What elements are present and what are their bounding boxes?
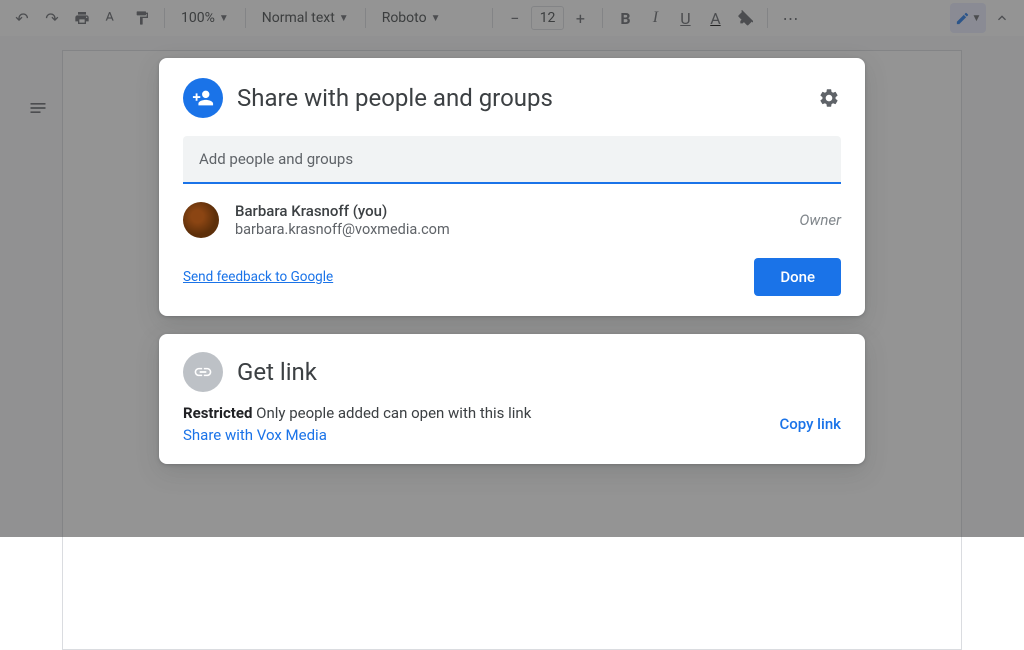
link-header: Get link [183,352,841,392]
person-role: Owner [799,211,841,229]
person-email: barbara.krasnoff@voxmedia.com [235,221,783,238]
share-footer: Send feedback to Google Done [183,258,841,296]
share-title: Share with people and groups [237,84,803,112]
gear-icon[interactable] [817,86,841,110]
share-with-org[interactable]: Share with Vox Media [183,426,779,444]
copy-link-button[interactable]: Copy link [779,415,841,433]
link-title: Get link [237,358,841,386]
add-people-input[interactable]: Add people and groups [183,136,841,184]
avatar [183,202,219,238]
get-link-card: Get link Restricted Only people added ca… [159,334,865,464]
share-header: Share with people and groups [183,78,841,118]
person-info: Barbara Krasnoff (you) barbara.krasnoff@… [235,202,783,238]
link-info: Restricted Only people added can open wi… [183,404,779,444]
person-name: Barbara Krasnoff (you) [235,202,783,220]
done-button[interactable]: Done [754,258,841,296]
share-card: Share with people and groups Add people … [159,58,865,316]
modal-overlay: Share with people and groups Add people … [0,0,1024,537]
share-people-icon [183,78,223,118]
feedback-link[interactable]: Send feedback to Google [183,269,333,285]
person-row: Barbara Krasnoff (you) barbara.krasnoff@… [183,202,841,238]
link-restricted: Restricted Only people added can open wi… [183,404,779,422]
link-row: Restricted Only people added can open wi… [183,404,841,444]
link-icon [183,352,223,392]
